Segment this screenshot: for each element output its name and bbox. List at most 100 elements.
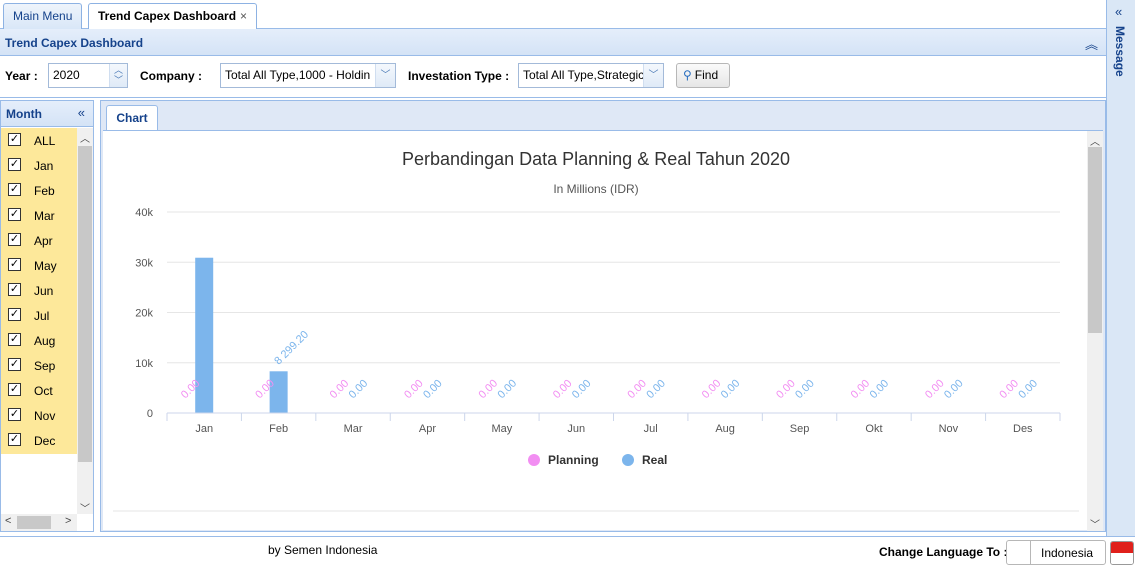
legend-label-real: Real xyxy=(642,453,667,467)
data-label-real: 0.00 xyxy=(644,377,668,401)
scroll-thumb[interactable] xyxy=(1088,147,1102,333)
tab-main-menu[interactable]: Main Menu xyxy=(3,3,83,29)
year-spinner[interactable]: ︿ ﹀ xyxy=(109,64,127,87)
scroll-up-icon[interactable]: ︿ xyxy=(80,130,90,145)
collapse-up-icon[interactable]: ︽ xyxy=(1085,34,1098,53)
month-item[interactable]: ✓ Apr xyxy=(1,228,77,253)
checkbox-icon[interactable]: ✓ xyxy=(8,133,21,146)
x-tick-label: Jun xyxy=(567,423,585,435)
x-tick-label: Aug xyxy=(715,423,735,435)
message-panel[interactable]: « Message xyxy=(1106,0,1135,536)
checkbox-icon[interactable]: ✓ xyxy=(8,358,21,371)
find-button[interactable]: ⚲ Find xyxy=(676,63,730,88)
month-item[interactable]: ✓ Nov xyxy=(1,403,77,428)
scroll-down-icon[interactable]: ﹀ xyxy=(80,500,90,515)
month-item-label: Nov xyxy=(34,409,56,423)
month-item[interactable]: ✓ May xyxy=(1,253,77,278)
month-item[interactable]: ✓ Jul xyxy=(1,303,77,328)
checkbox-icon[interactable]: ✓ xyxy=(8,333,21,346)
language-toggle-square xyxy=(1007,541,1031,564)
data-label-real: 0.00 xyxy=(421,377,445,401)
chevron-down-icon[interactable]: ﹀ xyxy=(643,64,663,87)
year-input[interactable]: 2020 ︿ ﹀ xyxy=(48,63,128,88)
data-label-real: 0.00 xyxy=(942,377,966,401)
scroll-up-icon[interactable]: ︿ xyxy=(1090,133,1100,148)
month-list-horizontal-scrollbar[interactable]: < > xyxy=(1,514,77,531)
month-item[interactable]: ✓ Oct xyxy=(1,378,77,403)
month-item-label: Mar xyxy=(34,209,55,223)
message-panel-label: Message xyxy=(1113,26,1127,77)
collapse-left-icon[interactable]: « xyxy=(78,105,85,120)
month-list-vertical-scrollbar[interactable]: ︿ ﹀ xyxy=(77,128,93,515)
scroll-down-icon[interactable]: ﹀ xyxy=(1090,516,1100,531)
month-item-label: May xyxy=(34,259,57,273)
data-label-planning: 0.00 xyxy=(774,377,798,401)
data-label-real: 0.00 xyxy=(570,377,594,401)
tab-trend-capex-dashboard[interactable]: Trend Capex Dashboard × xyxy=(88,3,258,30)
data-label-planning: 0.00 xyxy=(849,377,873,401)
checkbox-icon[interactable]: ✓ xyxy=(8,383,21,396)
filter-toolbar: Year : 2020 ︿ ﹀ Company : Total All Type… xyxy=(0,56,1106,98)
data-label-real: 8 299.20 xyxy=(272,329,311,368)
checkbox-icon[interactable]: ✓ xyxy=(8,183,21,196)
legend-marker-real xyxy=(622,454,634,466)
month-item[interactable]: ✓ Aug xyxy=(1,328,77,353)
legend-marker-planning xyxy=(528,454,540,466)
footer-credit: by Semen Indonesia xyxy=(268,543,378,557)
change-language-button[interactable]: Indonesia xyxy=(1006,540,1106,565)
chevron-down-icon[interactable]: ﹀ xyxy=(375,64,395,87)
chart-svg: Perbandingan Data Planning & Real Tahun … xyxy=(113,149,1079,512)
expand-left-icon[interactable]: « xyxy=(1115,4,1122,19)
company-value: Total All Type,1000 - Holdin xyxy=(225,68,371,82)
company-label: Company : xyxy=(140,69,203,83)
y-tick-label: 30k xyxy=(135,257,153,269)
chart-body: Perbandingan Data Planning & Real Tahun … xyxy=(103,130,1103,531)
panel-title: Trend Capex Dashboard xyxy=(5,36,144,50)
checkbox-icon[interactable]: ✓ xyxy=(8,233,21,246)
checkbox-icon[interactable]: ✓ xyxy=(8,283,21,296)
spin-down-icon[interactable]: ﹀ xyxy=(114,76,123,85)
y-tick-label: 20k xyxy=(135,308,153,320)
scroll-right-icon[interactable]: > xyxy=(65,515,71,527)
month-panel-header: Month « xyxy=(1,101,93,127)
tab-chart[interactable]: Chart xyxy=(106,105,158,131)
month-item[interactable]: ✓ ALL xyxy=(1,128,77,153)
data-label-real: 0.00 xyxy=(719,377,743,401)
month-list: ✓ ALL ✓ Jan ✓ Feb ✓ Mar ✓ Apr ✓ May ✓ Jun ✓ Jul ✓ Aug ✓ Sep… xyxy=(1,128,77,454)
investation-type-value: Total All Type,Strategic xyxy=(523,68,645,82)
bar-real xyxy=(269,371,288,413)
data-label-planning: 0.00 xyxy=(923,377,947,401)
change-language-label: Change Language To : xyxy=(879,545,1008,559)
checkbox-icon[interactable]: ✓ xyxy=(8,258,21,271)
scroll-left-icon[interactable]: < xyxy=(5,515,11,527)
chart-vertical-scrollbar[interactable]: ︿ ﹀ xyxy=(1087,131,1103,531)
month-item[interactable]: ✓ Jan xyxy=(1,153,77,178)
close-icon[interactable]: × xyxy=(240,9,247,23)
scroll-thumb[interactable] xyxy=(17,516,51,529)
checkbox-icon[interactable]: ✓ xyxy=(8,208,21,221)
spin-up-icon[interactable]: ︿ xyxy=(114,66,123,75)
month-item[interactable]: ✓ Feb xyxy=(1,178,77,203)
month-item[interactable]: ✓ Jun xyxy=(1,278,77,303)
investation-type-select[interactable]: Total All Type,Strategic ﹀ xyxy=(518,63,664,88)
checkbox-icon[interactable]: ✓ xyxy=(8,408,21,421)
x-tick-label: Apr xyxy=(419,423,436,435)
checkbox-icon[interactable]: ✓ xyxy=(8,158,21,171)
month-item-label: Jan xyxy=(34,159,54,173)
x-tick-label: Jul xyxy=(644,423,658,435)
chart-title: Perbandingan Data Planning & Real Tahun … xyxy=(402,149,790,169)
checkbox-icon[interactable]: ✓ xyxy=(8,433,21,446)
checkbox-icon[interactable]: ✓ xyxy=(8,308,21,321)
scroll-thumb[interactable] xyxy=(78,146,92,462)
month-item-label: Apr xyxy=(34,234,53,248)
month-item-label: Jun xyxy=(34,284,54,298)
indonesia-flag-icon[interactable] xyxy=(1110,541,1134,565)
x-tick-label: Mar xyxy=(344,423,363,435)
data-label-planning: 0.00 xyxy=(328,377,352,401)
tab-strip: Main Menu Trend Capex Dashboard × xyxy=(0,0,1106,30)
month-item[interactable]: ✓ Dec xyxy=(1,428,77,453)
company-select[interactable]: Total All Type,1000 - Holdin ﹀ xyxy=(220,63,396,88)
month-item[interactable]: ✓ Sep xyxy=(1,353,77,378)
month-item-label: Sep xyxy=(34,359,56,373)
month-item[interactable]: ✓ Mar xyxy=(1,203,77,228)
